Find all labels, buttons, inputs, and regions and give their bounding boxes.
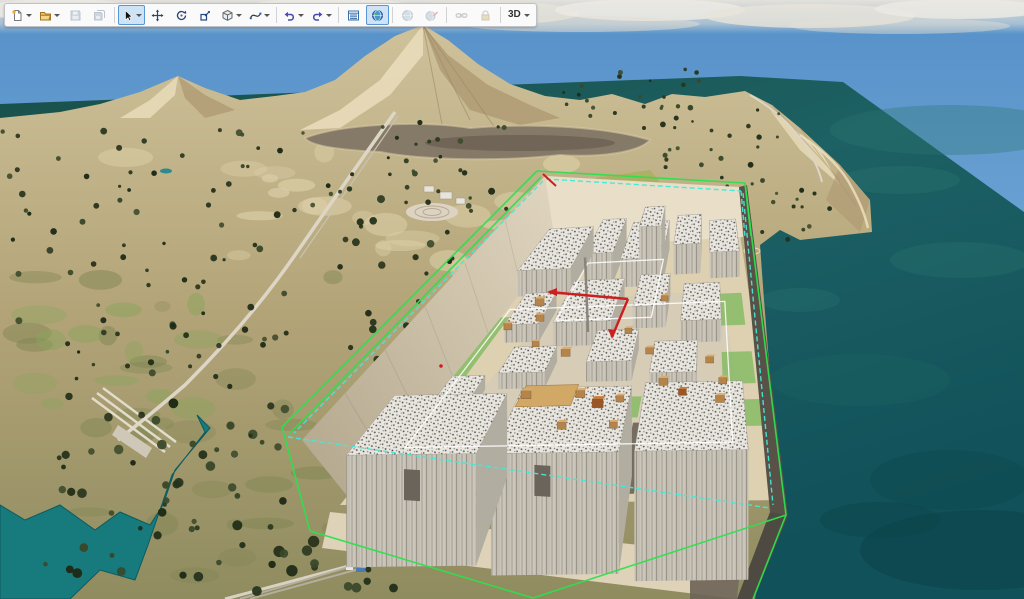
cube-icon	[221, 9, 234, 22]
toolbar-separator	[392, 7, 393, 23]
open-button[interactable]	[36, 5, 63, 25]
app-window: 3D	[0, 0, 1024, 599]
lock-icon	[479, 9, 492, 22]
toolbar-separator	[446, 7, 447, 23]
chevron-down-icon	[236, 14, 242, 17]
chevron-down-icon	[298, 14, 304, 17]
world-button[interactable]	[366, 5, 389, 25]
spline-icon	[249, 9, 262, 22]
globe2-icon	[401, 9, 414, 22]
move-button[interactable]	[146, 5, 169, 25]
spline-button[interactable]	[246, 5, 273, 25]
link-icon	[455, 9, 468, 22]
rotate-icon	[175, 9, 188, 22]
undo-icon	[283, 9, 296, 22]
chevron-down-icon	[326, 14, 332, 17]
toolbar-separator	[276, 7, 277, 23]
save-all-button	[88, 5, 111, 25]
new-button[interactable]	[8, 5, 35, 25]
toolbar-separator	[114, 7, 115, 23]
scale-button[interactable]	[194, 5, 217, 25]
scale-icon	[199, 9, 212, 22]
toolbar-separator	[500, 7, 501, 23]
open-folder-icon	[39, 9, 52, 22]
chevron-down-icon	[54, 14, 60, 17]
redo-icon	[311, 9, 324, 22]
view-mode-label: 3D	[507, 6, 522, 24]
save-all-icon	[93, 9, 106, 22]
small-pond	[160, 169, 172, 174]
save-icon	[69, 9, 82, 22]
toolbar: 3D	[4, 3, 537, 27]
scene-3d	[0, 0, 1024, 599]
undo-button[interactable]	[280, 5, 307, 25]
list-window-icon	[347, 9, 360, 22]
cursor-icon	[121, 9, 134, 22]
view-mode-button[interactable]: 3D	[504, 5, 533, 25]
rotate-button[interactable]	[170, 5, 193, 25]
globe-edit-icon	[425, 9, 438, 22]
snap-button[interactable]	[218, 5, 245, 25]
world-edit-button	[420, 5, 443, 25]
toolbar-separator	[338, 7, 339, 23]
save-button	[64, 5, 87, 25]
link-button	[450, 5, 473, 25]
move-icon	[151, 9, 164, 22]
lock-button	[474, 5, 497, 25]
project-window-button[interactable]	[342, 5, 365, 25]
globe-icon	[371, 9, 384, 22]
chevron-down-icon	[26, 14, 32, 17]
chevron-down-icon	[264, 14, 270, 17]
new-file-icon	[11, 9, 24, 22]
viewport-3d[interactable]	[0, 0, 1024, 599]
red-marker-dot	[439, 364, 443, 368]
chevron-down-icon	[524, 14, 530, 17]
select-button[interactable]	[118, 5, 145, 25]
redo-button[interactable]	[308, 5, 335, 25]
world-alt-button	[396, 5, 419, 25]
quarry	[406, 203, 458, 221]
chevron-down-icon	[136, 14, 142, 17]
